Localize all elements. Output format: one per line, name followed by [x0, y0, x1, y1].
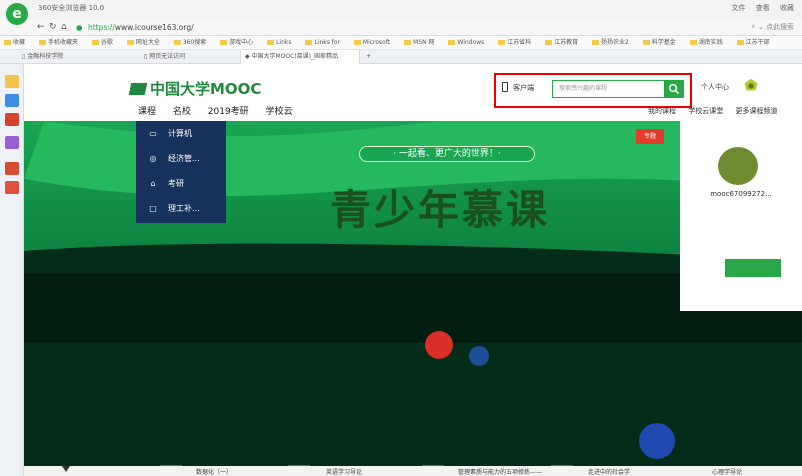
banner-slogan: · 一起看、更广大的世界！·: [359, 146, 535, 162]
bottom-course-item[interactable]: 英语学习导论: [326, 467, 362, 476]
bookmark-item[interactable]: 科学基金: [642, 39, 682, 46]
mooc-header: 中国大学MOOC 课程 名校 2019考研 学校云 客户端 搜索感兴趣的课程 个…: [24, 64, 802, 121]
app-icon[interactable]: [5, 162, 19, 175]
teen-mooc-banner[interactable]: · 一起看、更广大的世界！· 青少年慕课 专题 mooc67099272... …: [24, 121, 802, 476]
personal-center-link[interactable]: 个人中心: [701, 82, 729, 92]
user-name: mooc67099272...: [710, 190, 772, 198]
address-bar: ← ↻ ⌂ ● https://www.icourse163.org/ ⚡ ⌄ …: [0, 20, 802, 36]
search-button[interactable]: [664, 80, 684, 98]
tab-icourse[interactable]: ◆ 中国大学MOOC(慕课)_国家精品: [240, 50, 360, 64]
bookmark-item[interactable]: 手机收藏夹: [38, 39, 84, 46]
view-menu[interactable]: 查看: [756, 4, 770, 12]
tab-finance-college[interactable]: ▯ 金融科技学院: [18, 50, 160, 64]
browser-menu[interactable]: 文件 查看 收藏: [724, 3, 794, 13]
bottom-course-item[interactable]: 走进中的社会学: [588, 467, 630, 476]
browser-logo-icon: e: [6, 3, 28, 25]
bottom-course-item[interactable]: 心理学导论: [712, 467, 742, 476]
category-economics[interactable]: ◎ 经济管...: [136, 146, 226, 171]
bookmark-item[interactable]: 游戏中心: [220, 39, 259, 46]
bookmark-item[interactable]: Microsoft: [353, 39, 396, 46]
bookmark-item[interactable]: 湖南实践: [689, 39, 729, 46]
economics-icon: ◎: [149, 154, 157, 163]
refresh-icon[interactable]: ↻: [49, 22, 57, 32]
bottom-course-strip: 数据化（一） 英语学习导论 管理素质与能力的五项修炼—— 走进中的社会学 心理学…: [24, 466, 802, 476]
course-search-input[interactable]: 搜索感兴趣的课程: [552, 80, 664, 98]
site-logo[interactable]: 中国大学MOOC: [128, 78, 261, 99]
file-menu[interactable]: 文件: [732, 4, 746, 12]
bottom-course-item[interactable]: 管理素质与能力的五项修炼——: [458, 467, 542, 476]
tab-bar: ▯ 金融科技学院 ▯ 网页无法访问 ◆ 中国大学MOOC(慕课)_国家精品 +: [0, 50, 802, 64]
search-icon: [668, 83, 680, 95]
browser-title: 360安全浏览器 10.0: [38, 4, 105, 12]
bookmark-item[interactable]: 江苏省科: [498, 39, 537, 46]
topic-button[interactable]: 专题: [636, 129, 664, 144]
bookmark-item[interactable]: 扬扬农业2: [592, 39, 635, 46]
client-link[interactable]: 客户端: [502, 82, 534, 93]
bookmark-item[interactable]: 谷歌: [91, 39, 119, 46]
home-icon[interactable]: ⌂: [61, 22, 67, 32]
browser-sidebar: [0, 64, 24, 476]
bookmark-item[interactable]: MSN 网: [404, 39, 440, 46]
monitor-icon: ▭: [149, 129, 157, 138]
expand-arrow-icon[interactable]: [62, 466, 70, 472]
nav-schools[interactable]: 名校: [173, 107, 191, 117]
web-page: 中国大学MOOC 课程 名校 2019考研 学校云 客户端 搜索感兴趣的课程 个…: [24, 64, 802, 476]
url-field[interactable]: ● https://www.icourse163.org/: [76, 22, 696, 34]
calendar-icon[interactable]: [5, 181, 19, 194]
favorites-icon[interactable]: [5, 75, 19, 88]
favorites-menu[interactable]: 收藏: [780, 4, 794, 12]
bookmark-item[interactable]: 江苏教育: [545, 39, 584, 46]
header-right-links: 我的课程 学校云课堂 更多课程频道: [638, 106, 777, 116]
bookmark-item[interactable]: Links: [267, 39, 297, 46]
back-icon[interactable]: ←: [37, 22, 45, 32]
bookmark-item[interactable]: 360搜索: [173, 39, 212, 46]
bookmark-item[interactable]: Links for: [305, 39, 346, 46]
bookmark-item[interactable]: 江苏干部: [736, 39, 776, 46]
school-cloud-link[interactable]: 学校云课堂: [688, 107, 723, 115]
banner-title: 青少年慕课: [330, 186, 550, 234]
notes-icon[interactable]: [5, 94, 19, 107]
bookmark-item[interactable]: 收藏: [4, 39, 31, 46]
bookmark-item[interactable]: 网址大全: [126, 39, 166, 46]
nav-school-cloud[interactable]: 学校云: [266, 107, 293, 117]
course-category-menu: ▭ 计算机 ◎ 经济管... ⌂ 考研 □ 理工补...: [136, 121, 226, 223]
postgraduate-icon: ⌂: [150, 179, 156, 188]
user-avatar-icon[interactable]: [742, 77, 760, 95]
more-channels-link[interactable]: 更多课程频道: [735, 107, 777, 115]
user-panel: mooc67099272...: [680, 121, 802, 311]
category-computer[interactable]: ▭ 计算机: [136, 121, 226, 146]
book-icon: □: [149, 204, 157, 213]
browser-search-field[interactable]: ⚡ ⌄ 点此搜索: [751, 22, 794, 32]
user-action-button[interactable]: [725, 259, 781, 277]
browser-title-bar: e 360安全浏览器 10.0 文件 查看 收藏: [0, 0, 802, 25]
user-avatar[interactable]: [718, 147, 758, 185]
bookmark-item[interactable]: Windows: [448, 39, 490, 46]
category-postgraduate[interactable]: ⌂ 考研: [136, 171, 226, 196]
new-tab-icon[interactable]: +: [362, 50, 376, 64]
mooc-logo-icon: [128, 83, 148, 95]
eye-icon[interactable]: [5, 113, 19, 126]
secure-lock-icon: ●: [76, 23, 83, 32]
my-courses-link[interactable]: 我的课程: [648, 107, 676, 115]
category-science[interactable]: □ 理工补...: [136, 196, 226, 221]
bookmarks-bar: 收藏 手机收藏夹 谷歌 网址大全 360搜索 游戏中心 Links Links …: [0, 36, 802, 50]
main-nav: 课程 名校 2019考研 学校云: [138, 104, 307, 117]
extension-icon[interactable]: [5, 136, 19, 149]
bottom-course-item[interactable]: 数据化（一）: [196, 467, 232, 476]
nav-courses[interactable]: 课程: [138, 107, 156, 117]
phone-icon: [502, 82, 508, 92]
nav-postgraduate[interactable]: 2019考研: [208, 107, 249, 117]
